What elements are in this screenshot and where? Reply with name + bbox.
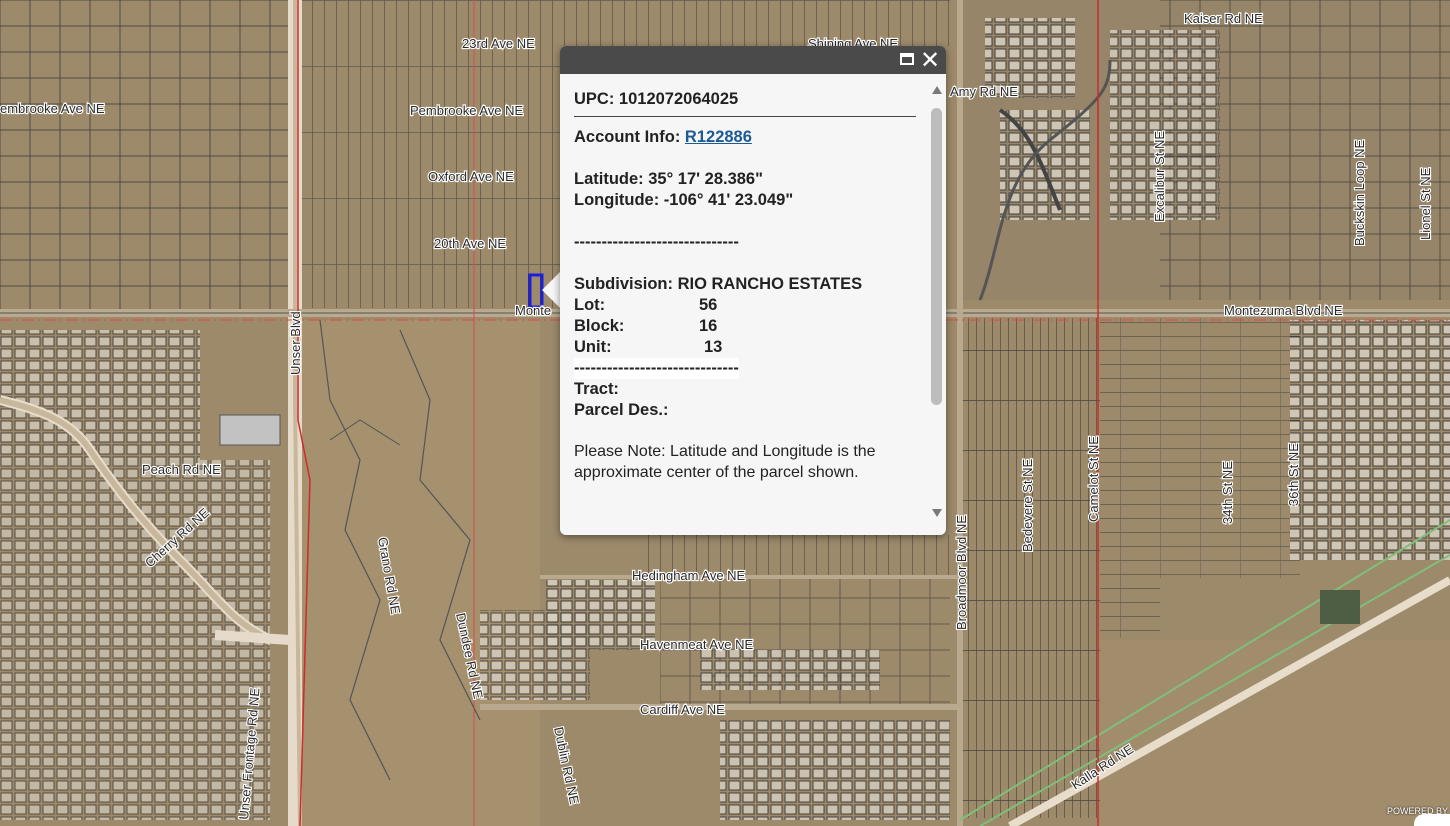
location-note: Please Note: Latitude and Longitude is t…	[574, 443, 876, 481]
lot-label: Lot:	[574, 296, 606, 314]
street-label: Havenmeat Ave NE	[640, 637, 754, 652]
street-label: Buckskin Loop NE	[1352, 139, 1367, 246]
street-label: Montezuma Blvd NE	[1224, 303, 1343, 318]
street-label: Amy Rd NE	[950, 84, 1018, 99]
unit-label: Unit:	[574, 338, 612, 356]
scroll-thumb[interactable]	[931, 108, 942, 405]
popup-pointer	[542, 272, 560, 308]
scroll-down-arrow-icon[interactable]	[932, 509, 942, 517]
close-icon[interactable]: ✕	[918, 47, 942, 73]
street-label: Excalibur St NE	[1152, 131, 1167, 222]
street-label: Unser Blvd	[288, 311, 303, 375]
street-label: embrooke Ave NE	[0, 101, 105, 116]
street-label: 20th Ave NE	[434, 236, 506, 251]
street-label: 34th St NE	[1220, 461, 1235, 524]
maximize-icon[interactable]	[900, 53, 914, 65]
popup-titlebar: ✕	[560, 46, 946, 74]
popup-scrollbar[interactable]	[930, 82, 944, 519]
street-label: Camelot St NE	[1086, 436, 1101, 522]
lot-value: 56	[699, 296, 718, 314]
street-label: 36th St NE	[1286, 443, 1301, 506]
street-label: Bedevere St NE	[1020, 458, 1035, 552]
street-label: Kaiser Rd NE	[1184, 11, 1263, 26]
block-row: Block: 16	[574, 316, 916, 337]
street-label: Broadmoor Blvd NE	[954, 515, 969, 630]
street-label: Oxford Ave NE	[428, 169, 514, 184]
popup-content: UPC: 1012072064025 Account Info: R122886…	[574, 74, 916, 523]
unit-row: Unit: 13	[574, 337, 916, 358]
street-label: 23rd Ave NE	[462, 36, 535, 51]
lot-row: Lot: 56	[574, 295, 916, 316]
parcel-info-popup: ✕ UPC: 1012072064025 Account Info: R1228…	[560, 46, 946, 535]
tract-label: Tract:	[574, 380, 619, 398]
street-label: Pembrooke Ave NE	[410, 103, 524, 118]
account-info: Account Info: R122886	[574, 127, 916, 148]
block-label: Block:	[574, 317, 625, 335]
divider-bottom: ------------------------------	[574, 358, 739, 379]
street-label: Peach Rd NE	[142, 462, 221, 477]
latitude-value: Latitude: 35° 17' 28.386"	[574, 170, 763, 188]
parcel-des-label: Parcel Des.:	[574, 401, 669, 419]
account-label: Account Info:	[574, 128, 681, 146]
esri-logo	[1414, 814, 1450, 826]
street-label: Lionel St NE	[1418, 167, 1433, 240]
street-label: Cardiff Ave NE	[640, 702, 725, 717]
divider-top: ------------------------------	[574, 233, 739, 251]
upc-value: UPC: 1012072064025	[574, 74, 916, 117]
block-value: 16	[699, 317, 718, 335]
unit-value: 13	[704, 338, 723, 356]
longitude-value: Longitude: -106° 41' 23.049"	[574, 191, 794, 209]
account-link[interactable]: R122886	[685, 128, 752, 146]
scroll-up-arrow-icon[interactable]	[932, 86, 942, 94]
subdivision-value: Subdivision: RIO RANCHO ESTATES	[574, 275, 863, 293]
street-label: Hedingham Ave NE	[632, 568, 746, 583]
